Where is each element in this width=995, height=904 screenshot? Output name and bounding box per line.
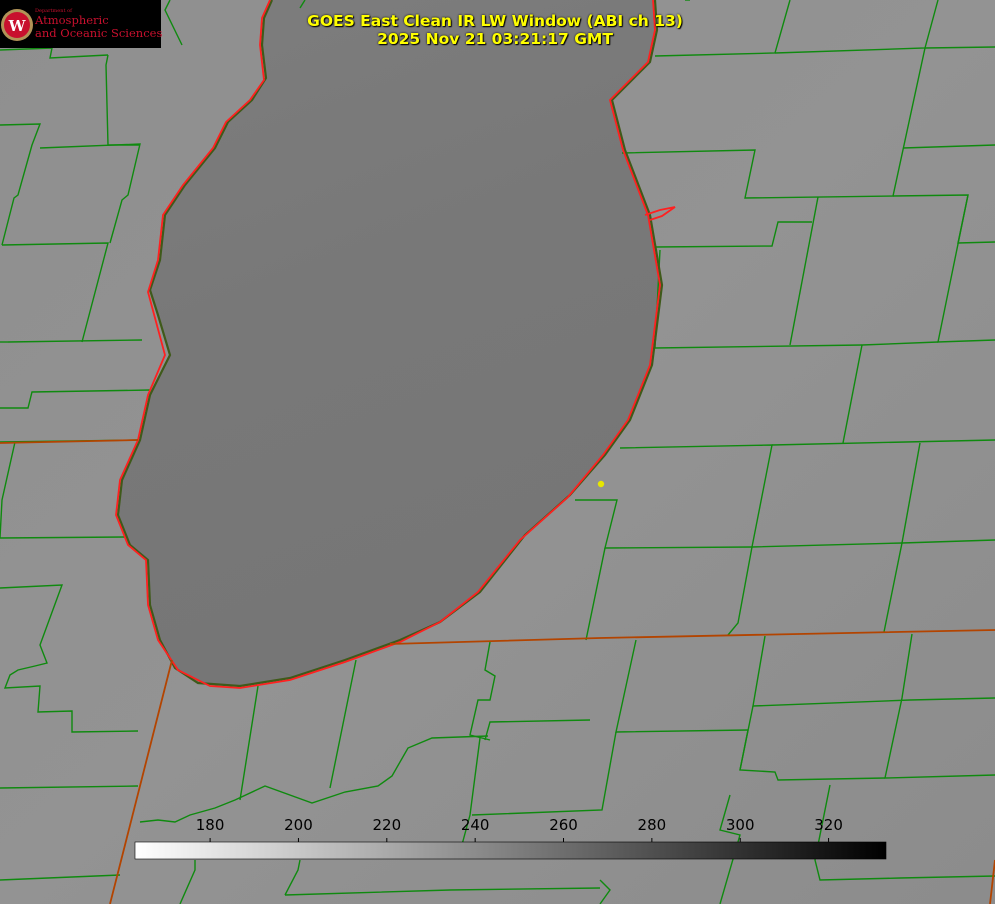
logo-line-2: and Oceanic Sciences [35, 26, 163, 40]
title-timestamp: 2025 Nov 21 03:21:17 GMT [377, 30, 613, 48]
colorbar-tick-label: 320 [814, 816, 843, 834]
uw-crest-icon: W [1, 9, 33, 41]
image-title: GOES East Clean IR LW Window (ABI ch 13)… [260, 12, 730, 48]
colorbar-tick-label: 220 [372, 816, 401, 834]
colorbar-tick-label: 300 [726, 816, 755, 834]
colorbar-tick-label: 180 [196, 816, 225, 834]
colorbar-tick-label: 240 [461, 816, 490, 834]
colorbar-gradient [134, 841, 887, 860]
title-product: GOES East Clean IR LW Window (ABI ch 13) [307, 12, 683, 30]
colorbar-tick-label: 200 [284, 816, 313, 834]
location-marker [597, 480, 605, 488]
colorbar-tick-label: 280 [638, 816, 667, 834]
uw-aos-logo: W Department of Atmospheric and Oceanic … [0, 0, 163, 48]
satellite-map: 180 200 220 240 260 280 300 320 [0, 0, 995, 904]
svg-text:W: W [8, 17, 27, 35]
colorbar-tick-label: 260 [549, 816, 578, 834]
